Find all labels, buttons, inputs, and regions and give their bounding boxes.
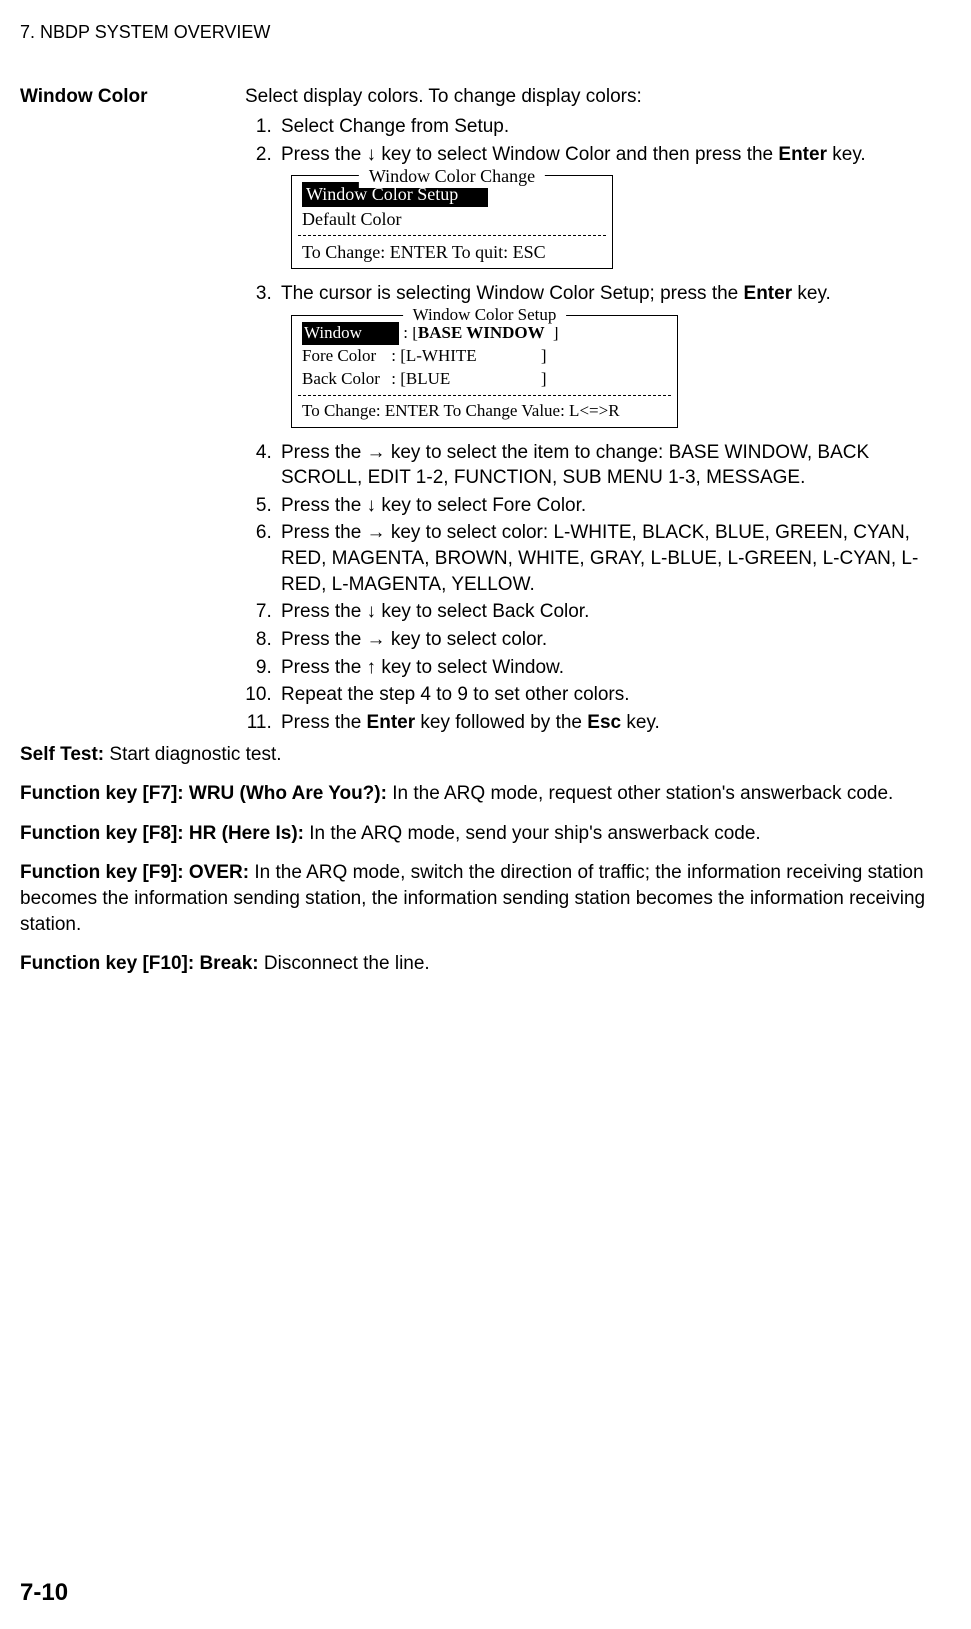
f8-paragraph: Function key [F8]: HR (Here Is): In the …: [20, 821, 941, 847]
f9-paragraph: Function key [F9]: OVER: In the ARQ mode…: [20, 860, 941, 937]
menu-item-default-color: Default Color: [302, 207, 602, 231]
dialog-hint: To Change: ENTER To Change Value: L<=>R: [302, 400, 667, 423]
intro-text: Select display colors. To change display…: [245, 84, 941, 110]
step-6: Press the → key to select color: L-WHITE…: [277, 520, 941, 597]
f7-paragraph: Function key [F7]: WRU (Who Are You?): I…: [20, 781, 941, 807]
step-8: Press the → key to select color.: [277, 627, 941, 653]
row-back-color: Back Color : [BLUE]: [302, 368, 667, 391]
row-fore-color: Fore Color : [L-WHITE]: [302, 345, 667, 368]
page-number: 7-10: [20, 1577, 68, 1609]
step-10: Repeat the step 4 to 9 to set other colo…: [277, 682, 941, 708]
self-test-line: Self Test: Start diagnostic test.: [20, 742, 941, 768]
dialog-title: Window Color Setup: [403, 304, 567, 327]
step-5: Press the ↓ key to select Fore Color.: [277, 493, 941, 519]
step-9: Press the ↑ key to select Window.: [277, 655, 941, 681]
step-1: Select Change from Setup.: [277, 114, 941, 140]
step-7: Press the ↓ key to select Back Color.: [277, 599, 941, 625]
dialog-window-color-change: Window Color Change Window Color Setup D…: [291, 175, 613, 269]
step-11: Press the Enter key followed by the Esc …: [277, 710, 941, 736]
step-2: Press the ↓ key to select Window Color a…: [277, 142, 941, 280]
dialog-title: Window Color Change: [359, 164, 545, 188]
dialog-hint: To Change: ENTER To quit: ESC: [302, 240, 602, 264]
f10-paragraph: Function key [F10]: Break: Disconnect th…: [20, 951, 941, 977]
dialog-window-color-setup: Window Color Setup Window : [BASE WINDOW…: [291, 315, 678, 428]
page-header: 7. NBDP SYSTEM OVERVIEW: [20, 20, 941, 44]
step-3: The cursor is selecting Window Color Set…: [277, 281, 941, 437]
step-4: Press the → key to select the item to ch…: [277, 440, 941, 491]
section-label-window-color: Window Color: [20, 84, 245, 737]
